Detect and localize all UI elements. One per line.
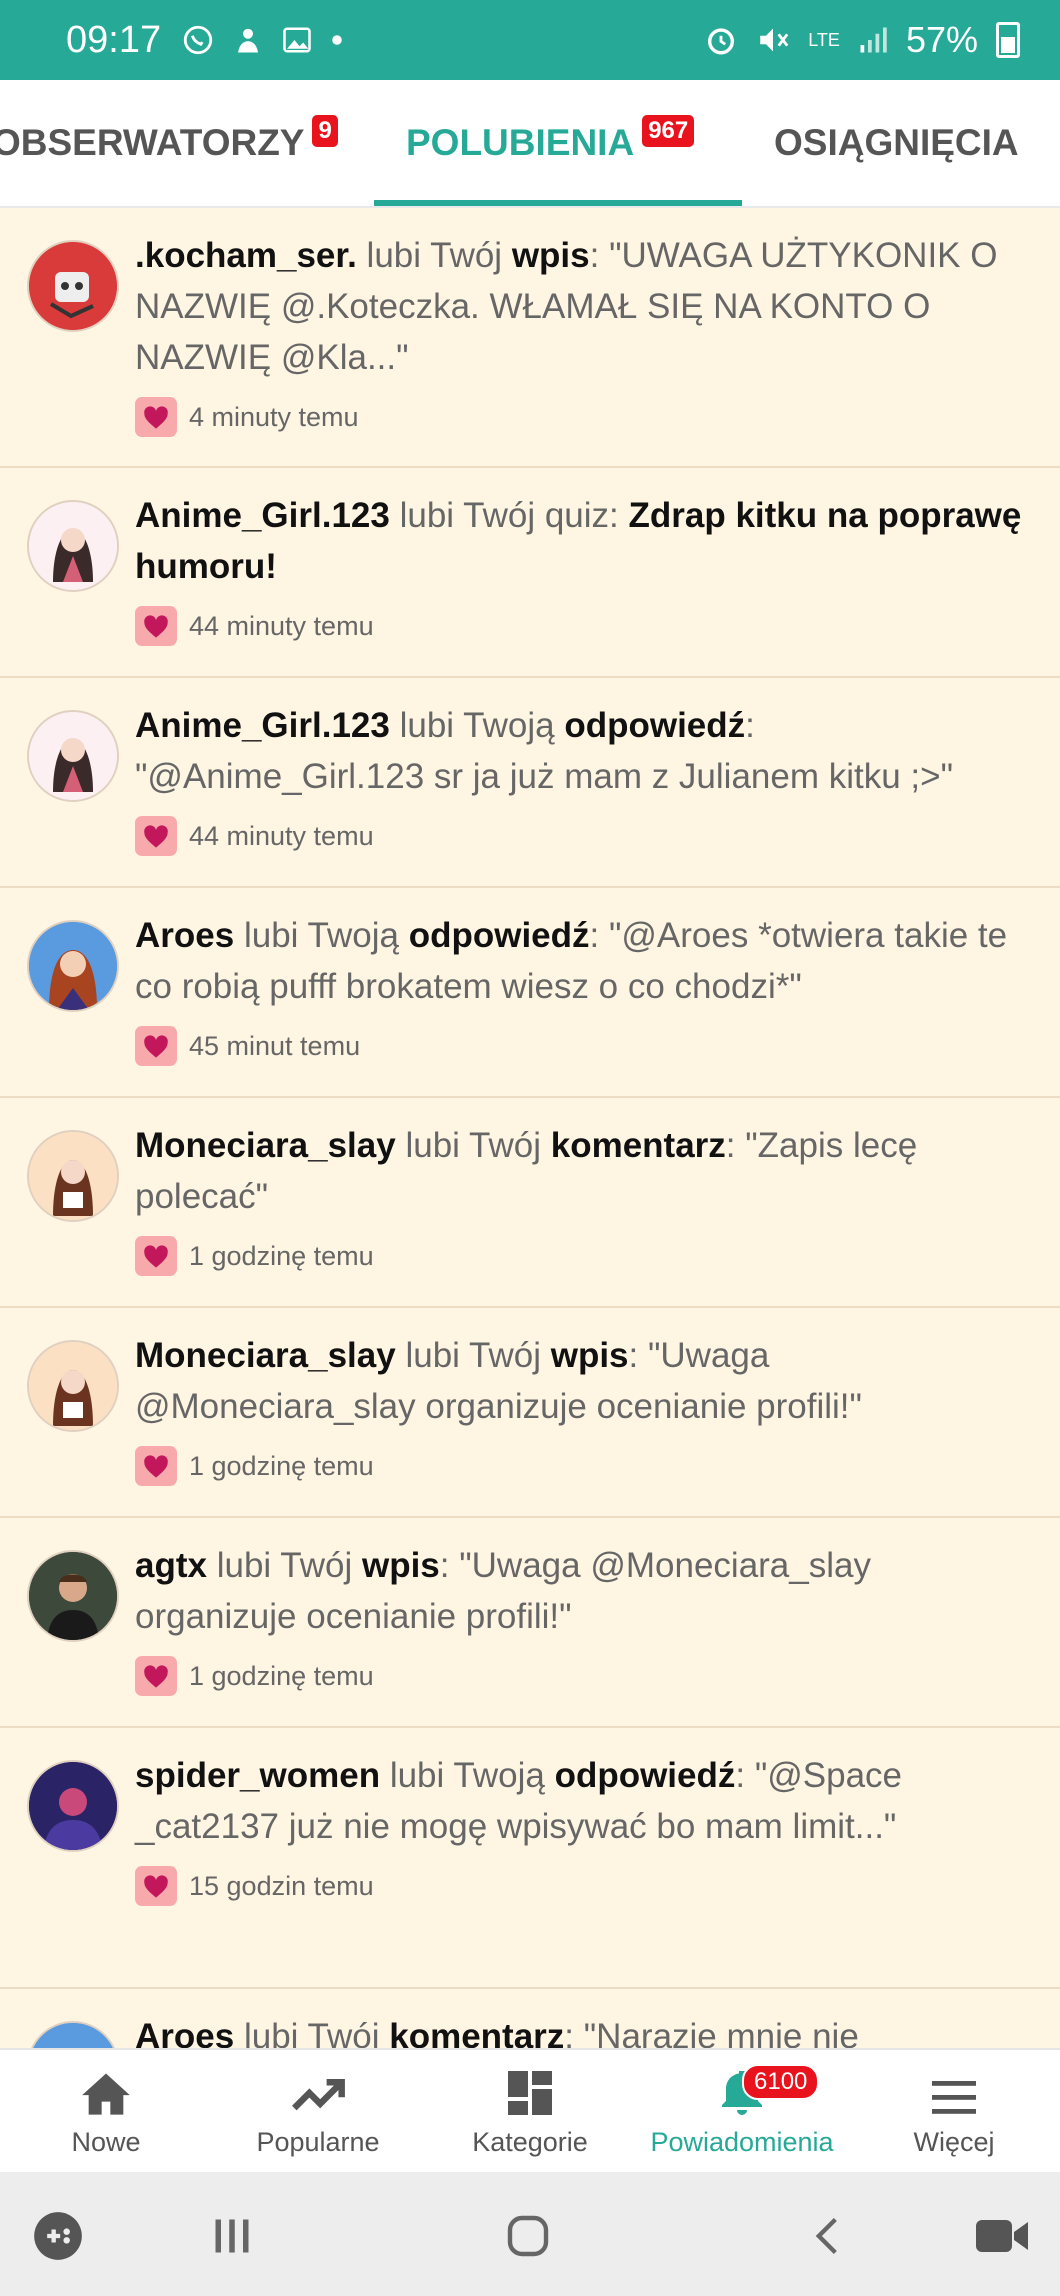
notification-count-badge: 6100 xyxy=(742,2064,820,2100)
timestamp: 44 minuty temu xyxy=(189,821,374,851)
tab-achievements[interactable]: OSIĄGNIĘCIA xyxy=(774,80,1019,206)
tab-badge: 967 xyxy=(642,115,695,147)
heart-icon xyxy=(135,1866,177,1906)
grid-icon xyxy=(508,2071,552,2115)
game-launcher-icon[interactable] xyxy=(32,2210,84,2262)
whatsapp-icon xyxy=(183,25,213,55)
nav-categories[interactable]: Kategorie xyxy=(424,2050,636,2172)
menu-icon xyxy=(932,2081,976,2114)
tab-bar: OBSERWATORZY 9 POLUBIENIA 967 OSIĄGNIĘCI… xyxy=(0,80,1060,208)
timestamp: 45 minut temu xyxy=(189,1031,361,1061)
tab-likes[interactable]: POLUBIENIA 967 xyxy=(406,80,695,206)
timestamp: 15 godzin temu xyxy=(189,1871,374,1901)
dot-icon xyxy=(332,35,342,45)
status-bar: 09:17 LTE 57% xyxy=(0,0,1060,80)
heart-icon xyxy=(135,397,177,437)
nav-more[interactable]: Więcej xyxy=(848,2050,1060,2172)
app-notification-icon xyxy=(238,28,259,53)
tab-observers[interactable]: OBSERWATORZY 9 xyxy=(0,80,338,206)
heart-icon xyxy=(135,1446,177,1486)
heart-icon xyxy=(135,1656,177,1696)
signal-icon xyxy=(860,27,887,53)
timestamp: 1 godzinę temu xyxy=(189,1451,374,1481)
avatar[interactable] xyxy=(27,1550,119,1642)
heart-icon xyxy=(135,606,177,646)
list-item[interactable]: Aroes lubi Twoją odpowiedź: "@Aroes *otw… xyxy=(0,888,1060,1098)
timestamp: 1 godzinę temu xyxy=(189,1661,374,1691)
avatar[interactable] xyxy=(27,240,119,332)
list-item[interactable]: spider_women lubi Twoją odpowiedź: "@Spa… xyxy=(0,1728,1060,1989)
back-icon[interactable] xyxy=(806,2212,850,2260)
home-button-icon[interactable] xyxy=(504,2212,552,2260)
trending-icon xyxy=(292,2079,345,2111)
list-item[interactable]: Moneciara_slay lubi Twój komentarz: "Zap… xyxy=(0,1098,1060,1308)
avatar[interactable] xyxy=(27,1760,119,1852)
clock: 09:17 xyxy=(66,18,162,61)
timestamp: 1 godzinę temu xyxy=(189,1241,374,1271)
active-tab-indicator xyxy=(374,200,742,206)
gallery-icon xyxy=(283,27,311,53)
alarm-icon xyxy=(708,28,735,55)
nav-popular[interactable]: Popularne xyxy=(212,2050,424,2172)
nav-new[interactable]: Nowe xyxy=(0,2050,212,2172)
battery-icon xyxy=(996,22,1020,58)
list-item[interactable]: Aroes lubi Twój komentarz: "Narazie mnie… xyxy=(0,1989,1060,2048)
mute-icon xyxy=(760,28,789,52)
battery-percent: 57% xyxy=(905,19,978,60)
heart-icon xyxy=(135,816,177,856)
system-navigation-bar xyxy=(0,2172,1060,2296)
list-item[interactable]: Moneciara_slay lubi Twój wpis: "Uwaga @M… xyxy=(0,1308,1060,1518)
avatar[interactable] xyxy=(27,1130,119,1222)
tab-badge: 9 xyxy=(312,115,338,147)
nav-notifications[interactable]: Powiadomienia 6100 xyxy=(636,2050,848,2172)
list-item[interactable]: agtx lubi Twój wpis: "Uwaga @Moneciara_s… xyxy=(0,1518,1060,1728)
timestamp: 4 minuty temu xyxy=(189,402,359,432)
avatar[interactable] xyxy=(27,500,119,592)
list-item[interactable]: Anime_Girl.123 lubi Twoją odpowiedź: "@A… xyxy=(0,678,1060,888)
network-type: LTE xyxy=(808,30,840,50)
avatar[interactable] xyxy=(27,1340,119,1432)
video-call-icon[interactable] xyxy=(974,2216,1030,2256)
bottom-navigation: Nowe Popularne Kategorie Powiadomienia 6… xyxy=(0,2048,1060,2172)
list-item[interactable]: Anime_Girl.123 lubi Twój quiz: Zdrap kit… xyxy=(0,468,1060,678)
home-icon xyxy=(82,2073,130,2115)
timestamp: 44 minuty temu xyxy=(189,611,374,641)
notification-list: .kocham_ser. lubi Twój wpis: "UWAGA UŻTY… xyxy=(0,208,1060,2048)
list-item[interactable]: .kocham_ser. lubi Twój wpis: "UWAGA UŻTY… xyxy=(0,208,1060,468)
heart-icon xyxy=(135,1026,177,1066)
recent-apps-icon[interactable] xyxy=(210,2214,254,2258)
avatar[interactable] xyxy=(27,2021,119,2048)
avatar[interactable] xyxy=(27,710,119,802)
heart-icon xyxy=(135,1236,177,1276)
avatar[interactable] xyxy=(27,920,119,1012)
